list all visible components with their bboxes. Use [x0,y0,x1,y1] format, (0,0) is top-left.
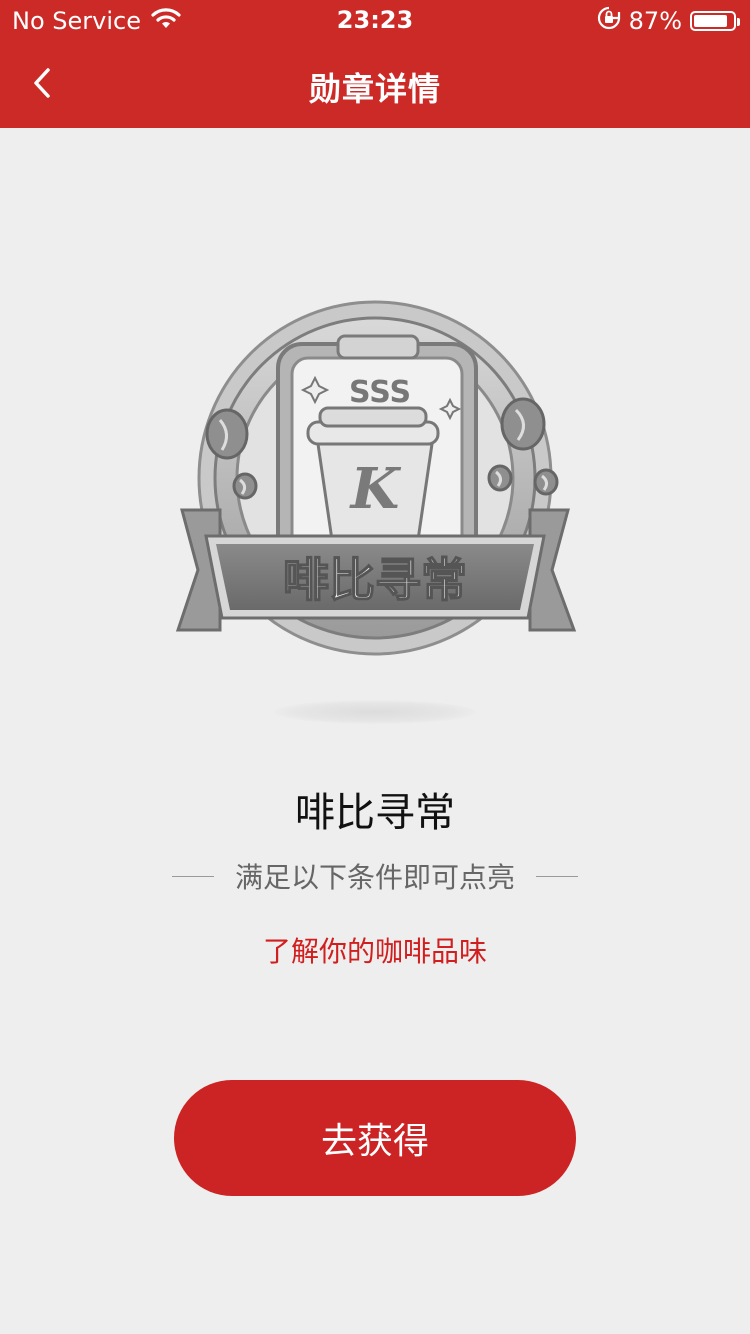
condition-task: 了解你的咖啡品味 [262,935,487,968]
battery-icon [690,11,740,31]
battery-percent: 87% [628,7,682,35]
badge-name: 啡比寻常 [295,790,455,836]
badge-cup-letter: K [349,456,402,522]
badge-image: SSS K 啡比寻常 [170,300,580,670]
divider-line-right [535,875,578,877]
condition-heading: 满足以下条件即可点亮 [234,861,515,894]
page-title: 勋章详情 [308,70,441,108]
badge-ribbon-text: 啡比寻常 [283,553,467,607]
condition-divider: 满足以下条件即可点亮 [172,858,578,894]
orientation-lock-icon [597,6,621,36]
divider-line-left [172,875,214,877]
badge-shadow [274,700,476,724]
nav-bar: 勋章详情 [0,40,750,128]
status-bar: No Service 23:23 87% [0,0,750,40]
obtain-button-label: 去获得 [320,1121,429,1162]
obtain-button[interactable]: 去获得 [174,1080,576,1196]
battery-level [694,15,727,27]
svg-text:SSS: SSS [349,375,411,410]
